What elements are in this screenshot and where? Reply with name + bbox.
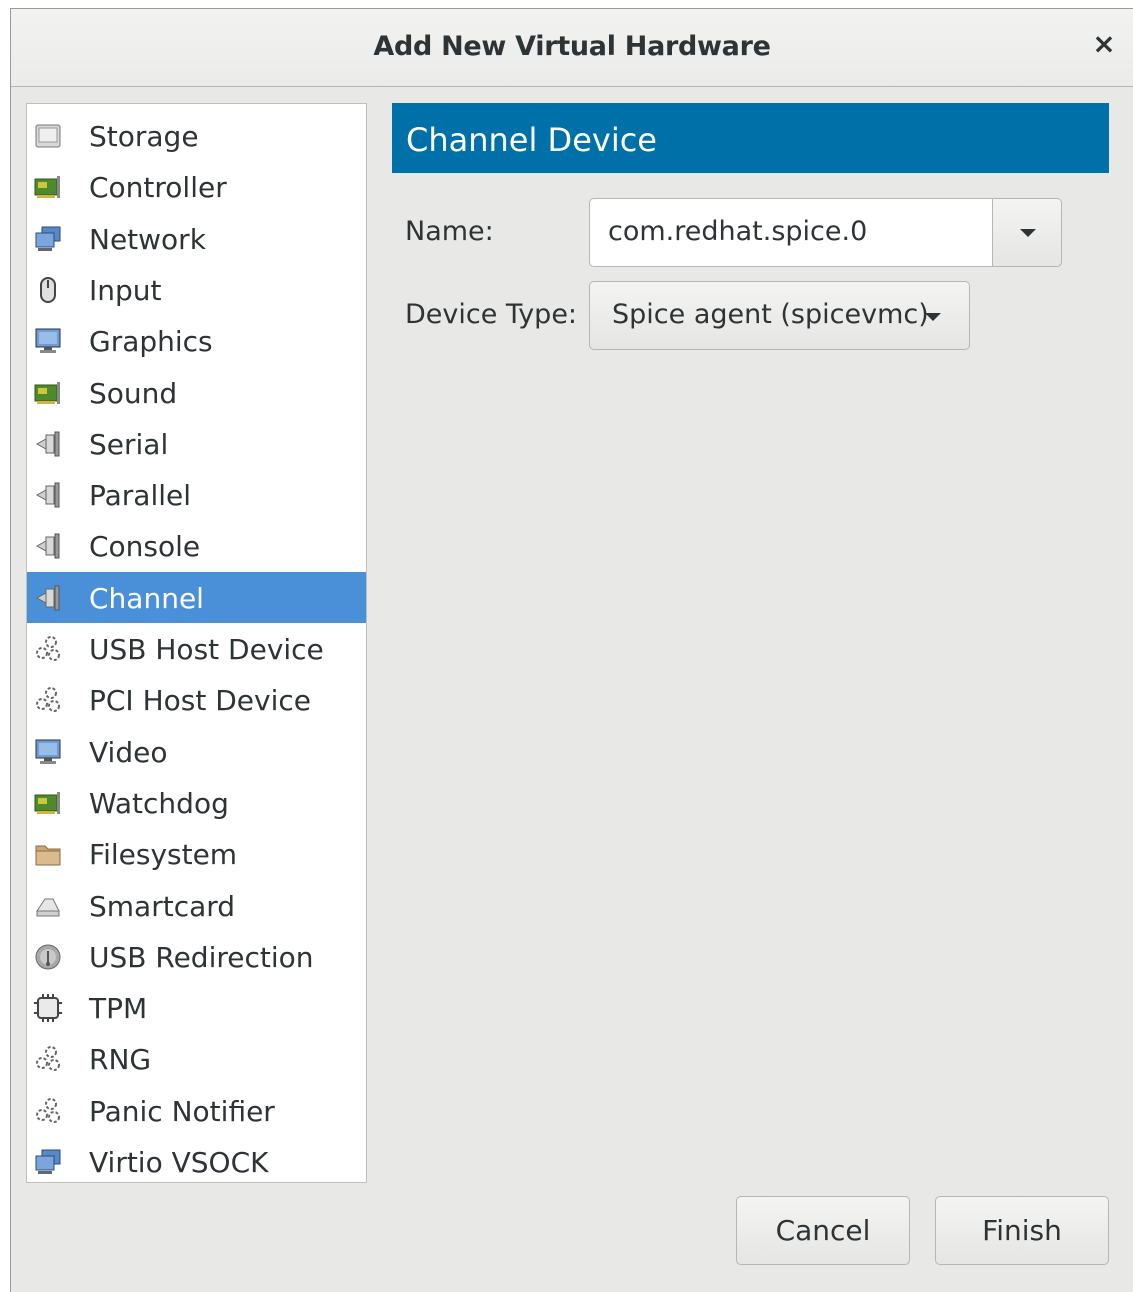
hardware-item-label: Graphics	[89, 325, 213, 359]
gears-icon	[33, 685, 63, 715]
gears-icon	[33, 634, 63, 664]
hardware-item-smartcard[interactable]: Smartcard	[27, 880, 366, 931]
hardware-item-label: Serial	[89, 427, 169, 461]
hardware-item-virtio-vsock[interactable]: Virtio VSOCK	[27, 1136, 366, 1182]
hardware-item-label: Channel	[89, 581, 204, 615]
hardware-item-input[interactable]: Input	[27, 264, 366, 315]
hardware-item-label: USB Host Device	[89, 633, 324, 666]
hardware-item-controller[interactable]: Controller	[27, 161, 366, 212]
chevron-down-icon	[925, 313, 941, 321]
hardware-item-label: Storage	[89, 120, 199, 153]
device-type-value: Spice agent (spicevmc)	[612, 299, 929, 330]
chevron-down-icon	[1020, 229, 1036, 237]
mouse-icon	[33, 275, 63, 305]
plug-icon	[33, 531, 63, 561]
device-type-select[interactable]: Spice agent (spicevmc)	[589, 281, 970, 350]
card-icon	[33, 172, 63, 202]
plug-icon	[33, 480, 63, 510]
card-icon	[33, 378, 63, 408]
monitor-icon	[33, 326, 63, 356]
hardware-item-label: Watchdog	[89, 786, 229, 820]
hardware-item-serial[interactable]: Serial	[27, 418, 366, 469]
hardware-item-usb-redirection[interactable]: USB Redirection	[27, 931, 366, 982]
hardware-item-storage[interactable]: Storage	[27, 110, 366, 161]
hardware-item-pci-host-device[interactable]: PCI Host Device	[27, 674, 366, 725]
gears-icon	[33, 1096, 63, 1126]
hardware-item-graphics[interactable]: Graphics	[27, 315, 366, 366]
hardware-item-usb-host-device[interactable]: USB Host Device	[27, 623, 366, 674]
network-icon	[33, 1147, 63, 1177]
monitor-icon	[33, 737, 63, 767]
title-bar: Add New Virtual Hardware ×	[11, 9, 1133, 87]
hardware-item-label: Console	[89, 530, 201, 564]
device-type-label: Device Type:	[405, 299, 578, 330]
cancel-button[interactable]: Cancel	[736, 1196, 910, 1265]
hardware-item-label: RNG	[89, 1043, 152, 1077]
hardware-item-parallel[interactable]: Parallel	[27, 469, 366, 520]
name-dropdown-button[interactable]	[992, 198, 1062, 267]
usb-icon	[33, 942, 63, 972]
dialog-title: Add New Virtual Hardware	[373, 31, 771, 62]
hardware-item-label: Controller	[89, 171, 227, 205]
hardware-item-label: TPM	[89, 992, 148, 1026]
card-reader-icon	[33, 891, 63, 921]
plug-icon	[33, 583, 63, 613]
hardware-type-list[interactable]: Storage Controller Network Input Graphics Sou…	[26, 103, 367, 1183]
hardware-item-rng[interactable]: RNG	[27, 1033, 366, 1084]
hardware-item-filesystem[interactable]: Filesystem	[27, 828, 366, 879]
network-icon	[33, 224, 63, 254]
finish-button[interactable]: Finish	[935, 1196, 1109, 1265]
hardware-item-label: Virtio VSOCK	[89, 1146, 269, 1179]
plug-icon	[33, 429, 63, 459]
card-icon	[33, 788, 63, 818]
hardware-item-label: Video	[89, 735, 168, 769]
hardware-item-console[interactable]: Console	[27, 520, 366, 571]
disk-icon	[33, 121, 63, 151]
hardware-item-label: Smartcard	[89, 889, 236, 923]
hardware-item-label: USB Redirection	[89, 940, 314, 974]
hardware-item-network[interactable]: Network	[27, 213, 366, 264]
details-header: Channel Device	[392, 103, 1109, 173]
name-input-value: com.redhat.spice.0	[608, 216, 868, 247]
hardware-item-label: Panic Notifier	[89, 1094, 275, 1128]
hardware-item-label: Sound	[89, 376, 178, 410]
hardware-item-tpm[interactable]: TPM	[27, 982, 366, 1033]
hardware-item-label: Parallel	[89, 479, 192, 513]
details-header-title: Channel Device	[406, 121, 657, 159]
chip-icon	[33, 993, 63, 1023]
hardware-item-label: Filesystem	[89, 838, 238, 872]
name-combo[interactable]: com.redhat.spice.0	[589, 198, 1062, 267]
hardware-item-label: PCI Host Device	[89, 684, 312, 718]
hardware-item-video[interactable]: Video	[27, 726, 366, 777]
hardware-item-sound[interactable]: Sound	[27, 367, 366, 418]
name-label: Name:	[405, 216, 494, 247]
hardware-item-panic-notifier[interactable]: Panic Notifier	[27, 1085, 366, 1136]
hardware-item-watchdog[interactable]: Watchdog	[27, 777, 366, 828]
name-input[interactable]: com.redhat.spice.0	[589, 198, 993, 267]
folder-icon	[33, 839, 63, 869]
hardware-item-label: Network	[89, 222, 206, 256]
hardware-item-label: Input	[89, 273, 162, 307]
hardware-item-channel[interactable]: Channel	[27, 571, 366, 623]
gears-icon	[33, 1044, 63, 1074]
close-icon[interactable]: ×	[1089, 29, 1119, 59]
